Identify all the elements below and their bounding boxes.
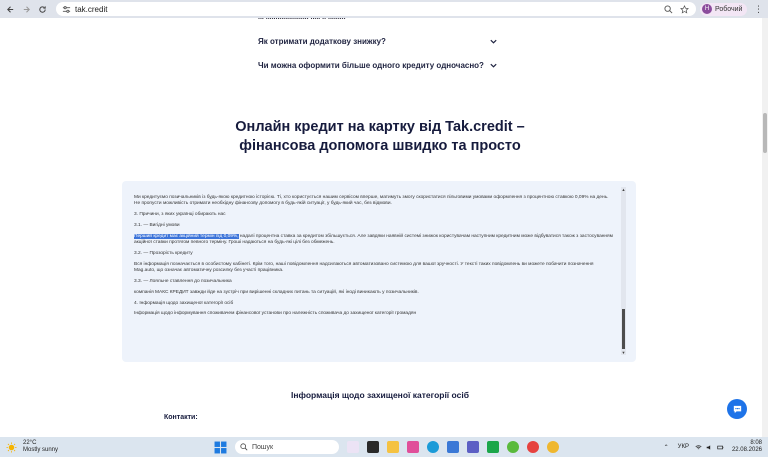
article-scrollbar[interactable]: ▲ ▼ xyxy=(621,187,626,355)
messenger-icon[interactable] xyxy=(507,441,519,453)
chat-icon xyxy=(733,405,741,413)
site-settings-icon[interactable] xyxy=(62,5,71,14)
clock-time: 8:08 xyxy=(750,440,762,446)
bookmark-star-icon[interactable] xyxy=(680,4,689,14)
page-headline: Онлайн кредит на картку від Tak.credit –… xyxy=(190,118,570,156)
page-scrollbar-thumb[interactable] xyxy=(763,113,767,153)
article-paragraph: Перший кредит має акційний термін під 0,… xyxy=(134,233,614,247)
speaker-icon[interactable] xyxy=(706,444,713,451)
address-bar[interactable]: tak.credit xyxy=(56,2,696,16)
weather-condition: Mostly sunny xyxy=(23,447,59,453)
browser-toolbar: tak.credit Н Робочий ⋮ xyxy=(0,0,768,18)
profile-name: Робочий xyxy=(715,5,743,13)
teams-icon[interactable] xyxy=(467,441,479,453)
weather-widget[interactable]: 22°C Mostly sunny xyxy=(6,440,156,454)
section-title: Інформація щодо захищеної категорії осіб xyxy=(291,390,469,400)
chevron-up-icon[interactable]: ⌃ xyxy=(664,444,672,451)
taskbar-search[interactable]: Пошук xyxy=(235,440,339,454)
article-scroll-box[interactable]: Ми кредитуємо позичальників із будь-якою… xyxy=(122,181,636,362)
edge-icon[interactable] xyxy=(427,441,439,453)
windows-start-icon[interactable] xyxy=(214,441,227,454)
headline-line-1: Онлайн кредит на картку від Tak.credit – xyxy=(235,119,525,135)
article-paragraph: Ми кредитуємо позичальників із будь-якою… xyxy=(134,195,609,207)
clock-date: 22.08.2026 xyxy=(731,447,762,453)
browser-menu-icon[interactable]: ⋮ xyxy=(753,4,763,15)
scroll-down-icon[interactable]: ▼ xyxy=(621,350,626,355)
reload-icon[interactable] xyxy=(36,3,48,15)
copilot-icon[interactable] xyxy=(347,441,359,453)
article-paragraph: Інформація щодо інформування споживачем … xyxy=(134,311,417,317)
chevron-down-icon xyxy=(490,39,497,44)
article-content: Ми кредитуємо позичальників із будь-якою… xyxy=(134,195,614,322)
chrome-icon[interactable] xyxy=(547,441,559,453)
clock[interactable]: 8:08 22.08.2026 xyxy=(732,440,762,454)
os-taskbar: 22°C Mostly sunny Пошук ⌃ УКР 8:08 22.08… xyxy=(0,437,768,457)
search-placeholder: Пошук xyxy=(252,443,274,451)
profile-button[interactable]: Н Робочий xyxy=(700,2,748,16)
chevron-down-icon xyxy=(490,63,497,68)
web-page: ... ...................... ..... .. ....… xyxy=(0,18,762,437)
faq-item[interactable]: Як отримати додаткову знижку? xyxy=(258,37,498,46)
faq-item[interactable]: Чи можна оформити більше одного кредиту … xyxy=(258,61,498,70)
media-icon[interactable] xyxy=(367,441,379,453)
back-icon[interactable] xyxy=(4,3,16,15)
system-tray: ⌃ УКР 8:08 22.08.2026 xyxy=(664,437,762,457)
faq-question: Чи можна оформити більше одного кредиту … xyxy=(258,61,484,70)
battery-icon[interactable] xyxy=(717,444,724,451)
search-icon xyxy=(240,443,248,451)
selected-text: Перший кредит має акційний термін під 0,… xyxy=(134,233,239,239)
chat-button[interactable] xyxy=(727,399,747,419)
spreadsheet-icon[interactable] xyxy=(487,441,499,453)
article-subheading: 3.1. — Вигідні умови xyxy=(134,223,180,228)
article-paragraph: Вся інформація позначається в особистому… xyxy=(134,261,594,274)
article-subheading: 3.3. — Лояльне ставлення до позичальника xyxy=(134,279,232,284)
store-icon[interactable] xyxy=(447,441,459,453)
weather-temperature: 22°C xyxy=(23,440,37,446)
faq-question: Як отримати додаткову знижку? xyxy=(258,37,386,46)
headline-line-2: фінансова допомога швидко та просто xyxy=(239,138,521,154)
sun-icon xyxy=(6,441,17,453)
url-text: tak.credit xyxy=(75,4,108,14)
file-explorer-icon[interactable] xyxy=(387,441,399,453)
article-heading: 3. Причини, з яких українці обирають нас xyxy=(134,212,226,218)
wifi-icon[interactable] xyxy=(695,444,702,451)
scroll-up-icon[interactable]: ▲ xyxy=(621,187,626,192)
forward-icon[interactable] xyxy=(20,3,32,15)
article-subheading: 3.2. — Прозорість кредиту xyxy=(134,251,193,256)
zoom-icon[interactable] xyxy=(664,4,673,14)
chrome-alt-icon[interactable] xyxy=(527,441,539,453)
avatar: Н xyxy=(702,4,712,14)
colorful-app-icon[interactable] xyxy=(407,441,419,453)
contacts-label: Контакти: xyxy=(164,414,198,421)
scrollbar-thumb[interactable] xyxy=(622,309,625,349)
language-indicator[interactable]: УКР xyxy=(678,444,689,450)
page-scrollbar[interactable] xyxy=(762,18,768,437)
article-heading: 4. Інформація щодо захищеної категорії о… xyxy=(134,300,234,306)
faq-item-partial[interactable]: ... ...................... ..... .. ....… xyxy=(258,18,346,21)
article-paragraph: компанія МАКС КРЕДИТ завжди йде на зустр… xyxy=(134,289,419,295)
